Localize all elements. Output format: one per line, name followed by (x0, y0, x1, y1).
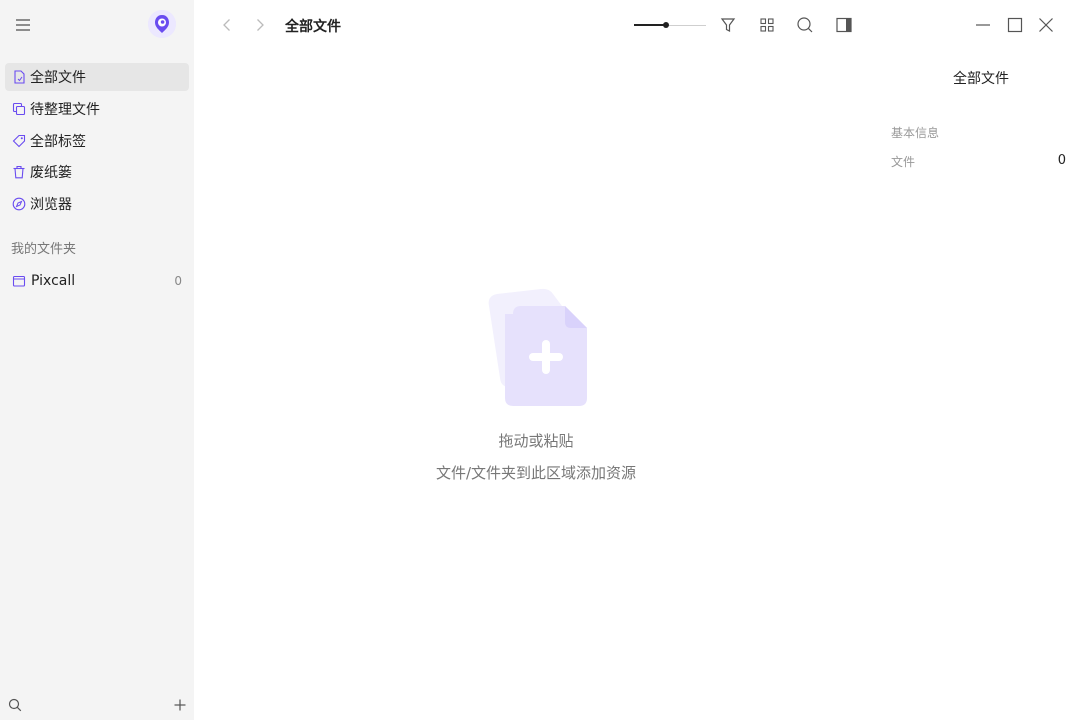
folder-icon (12, 275, 26, 287)
zoom-slider[interactable] (634, 18, 706, 32)
sidebar-header (0, 0, 194, 50)
sidebar-nav: 全部文件 待整理文件 全部标签 废纸篓 浏览器 (5, 63, 189, 222)
file-icon (14, 70, 25, 84)
sidebar-item-label: 全部文件 (30, 70, 86, 86)
search-icon[interactable] (8, 698, 22, 712)
sidebar-item-browser[interactable]: 浏览器 (5, 190, 189, 218)
zoom-slider-fill (634, 24, 666, 26)
sidebar-item-trash[interactable]: 废纸篓 (5, 158, 189, 186)
sidebar-item-label: 全部标签 (30, 133, 86, 150)
add-folder-icon[interactable] (173, 698, 187, 712)
copy-icon (12, 102, 26, 115)
search-icon[interactable] (796, 16, 814, 34)
folder-count: 0 (174, 274, 182, 288)
page-title: 全部文件 (285, 19, 341, 35)
zoom-slider-track (666, 24, 706, 26)
panel-toggle-icon[interactable] (835, 16, 853, 34)
zoom-slider-thumb[interactable] (663, 22, 669, 28)
sidebar: 全部文件 待整理文件 全部标签 废纸篓 浏览器 我的文件夹 Pixcall 0 (0, 0, 194, 720)
sidebar-item-label: 浏览器 (30, 197, 72, 214)
filter-icon[interactable] (719, 16, 737, 34)
back-icon[interactable] (219, 17, 235, 33)
close-icon[interactable] (1037, 16, 1055, 34)
folder-item-pixcall[interactable]: Pixcall 0 (5, 267, 189, 295)
info-row-label: 文件 (891, 155, 916, 169)
forward-icon[interactable] (252, 17, 268, 33)
grid-view-icon[interactable] (758, 16, 776, 34)
folder-label: Pixcall (31, 273, 76, 289)
avatar[interactable] (148, 10, 176, 38)
sidebar-item-unsorted[interactable]: 待整理文件 (5, 95, 189, 123)
sidebar-item-all-tags[interactable]: 全部标签 (5, 127, 189, 155)
trash-icon (13, 166, 25, 179)
maximize-icon[interactable] (1006, 16, 1024, 34)
empty-state-title: 拖动或粘贴 (498, 432, 574, 450)
folders-section-title: 我的文件夹 (11, 242, 77, 257)
menu-icon[interactable] (14, 16, 32, 34)
info-section-title: 基本信息 (891, 126, 940, 140)
minimize-icon[interactable] (974, 16, 992, 34)
sidebar-item-label: 废纸篓 (30, 165, 72, 182)
add-files-illustration[interactable] (483, 288, 593, 412)
compass-icon (12, 197, 26, 211)
tag-icon (12, 134, 26, 147)
info-row-value: 0 (1057, 153, 1066, 168)
empty-state-hint: 文件/文件夹到此区域添加资源 (435, 464, 637, 482)
info-panel-title: 全部文件 (953, 71, 1009, 87)
sidebar-item-label: 待整理文件 (30, 101, 100, 118)
sidebar-item-all-files[interactable]: 全部文件 (5, 63, 189, 91)
